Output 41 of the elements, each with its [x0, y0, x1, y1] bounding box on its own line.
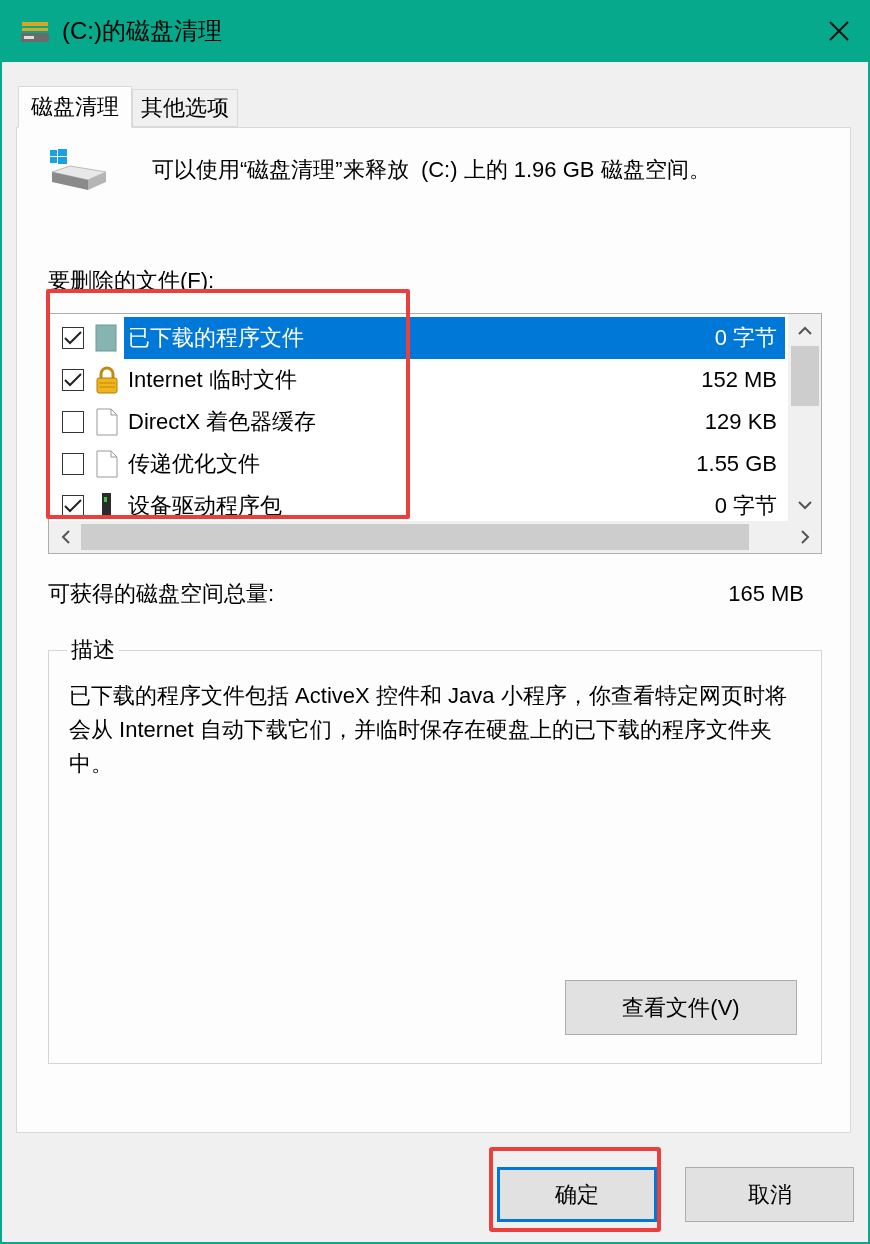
list-item[interactable]: DirectX 着色器缓存 129 KB — [124, 401, 785, 443]
file-icon — [94, 407, 120, 437]
file-name: 传递优化文件 — [128, 450, 261, 478]
view-files-button[interactable]: 查看文件(V) — [565, 980, 797, 1035]
file-size: 0 字节 — [714, 324, 777, 352]
tab[interactable]: 磁盘清理 — [18, 86, 132, 128]
checkbox[interactable] — [62, 495, 84, 517]
file-name: DirectX 着色器缓存 — [128, 408, 318, 436]
close-icon[interactable] — [828, 20, 850, 42]
total-label: 可获得的磁盘空间总量: — [48, 580, 276, 608]
list-item[interactable]: Internet 临时文件 152 MB — [124, 359, 785, 401]
file-size: 129 KB — [704, 409, 777, 435]
checkbox[interactable] — [62, 369, 84, 391]
file-name: Internet 临时文件 — [128, 366, 298, 394]
file-icon — [94, 449, 120, 479]
folder-icon — [94, 323, 120, 353]
checkbox[interactable] — [62, 453, 84, 475]
horizontal-scrollbar[interactable] — [49, 521, 821, 553]
file-size: 152 MB — [701, 367, 777, 393]
scroll-thumb[interactable] — [791, 346, 819, 406]
tab[interactable]: 其他选项 — [132, 89, 238, 127]
file-size: 1.55 GB — [696, 451, 777, 477]
scroll-thumb[interactable] — [81, 524, 749, 550]
checkbox[interactable] — [62, 411, 84, 433]
file-size: 0 字节 — [714, 492, 777, 520]
list-item[interactable]: 传递优化文件 1.55 GB — [124, 443, 785, 485]
list-item[interactable]: 已下载的程序文件 0 字节 — [124, 317, 785, 359]
window-title: (C:)的磁盘清理 — [62, 16, 223, 46]
list-item[interactable]: 设备驱动程序包 0 字节 — [124, 485, 785, 521]
lock-icon — [94, 365, 120, 395]
intro-text: 可以使用“磁盘清理”来释放 (C:) 上的 1.96 GB 磁盘空间。 — [152, 156, 711, 184]
total-value: 165 MB — [728, 581, 804, 607]
file-name: 设备驱动程序包 — [128, 492, 283, 520]
group-title: 描述 — [70, 636, 116, 664]
checkbox[interactable] — [62, 327, 84, 349]
file-name: 已下载的程序文件 — [128, 324, 305, 352]
disk-cleanup-icon — [48, 148, 108, 192]
cancel-button[interactable]: 取消 — [685, 1167, 854, 1222]
ok-button[interactable]: 确定 — [497, 1167, 657, 1222]
description-text: 已下载的程序文件包括 ActiveX 控件和 Java 小程序，你查看特定网页时将会从 Internet 自动下载它们，并临时保存在硬盘上的已下载的程序文件夹中。 — [69, 682, 788, 778]
vertical-scrollbar[interactable] — [788, 314, 821, 521]
